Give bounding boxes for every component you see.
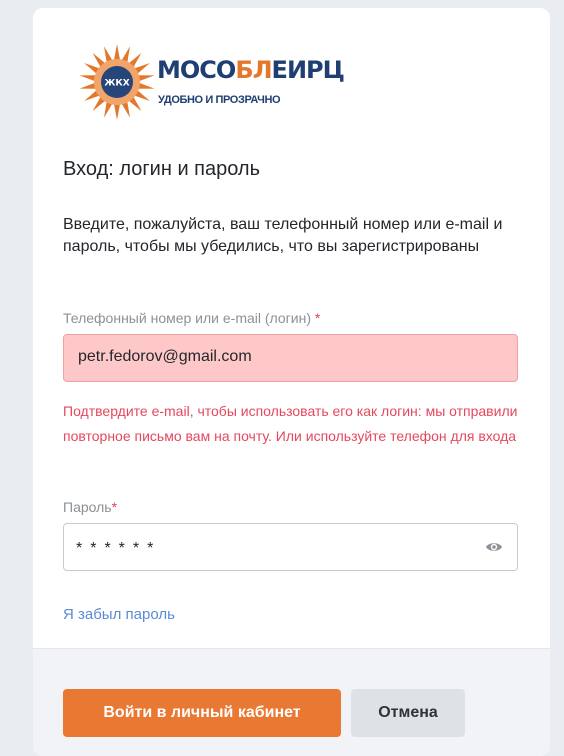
form-footer: Войти в личный кабинет Отмена — [33, 648, 550, 756]
brand-subtitle: УДОБНО И ПРОЗРАЧНО — [158, 94, 281, 106]
page-title: Вход: логин и пароль — [63, 158, 261, 180]
login-field-label: Телефонный номер или e-mail (логин) * — [63, 310, 321, 326]
brand-logo: ЖКХ МОСОБЛЕИРЦ УДОБНО И ПРОЗРАЧНО — [77, 42, 377, 132]
login-error-message: Подтвердите e-mail, чтобы использовать е… — [63, 403, 518, 444]
login-input-value: petr.fedorov@gmail.com — [78, 348, 252, 365]
password-input[interactable]: ****** — [63, 523, 518, 571]
required-mark: * — [111, 499, 118, 515]
login-submit-button[interactable]: Войти в личный кабинет — [63, 689, 341, 737]
login-description: Введите, пожалуйста, ваш телефонный номе… — [63, 216, 503, 255]
brand-name: МОСОБЛЕИРЦ — [157, 56, 345, 84]
login-card: ЖКХ МОСОБЛЕИРЦ УДОБНО И ПРОЗРАЧНО Вход: … — [33, 8, 550, 756]
required-mark: * — [314, 310, 321, 326]
password-masked-value: ****** — [76, 540, 162, 557]
logo-badge-text: ЖКХ — [104, 79, 129, 89]
forgot-password-link[interactable]: Я забыл пароль — [63, 606, 175, 623]
login-input[interactable]: petr.fedorov@gmail.com — [63, 334, 518, 382]
eye-icon[interactable] — [485, 540, 503, 554]
sun-logo-icon: ЖКХ — [79, 44, 155, 120]
cancel-button[interactable]: Отмена — [351, 689, 465, 737]
password-field-label: Пароль* — [63, 499, 118, 515]
